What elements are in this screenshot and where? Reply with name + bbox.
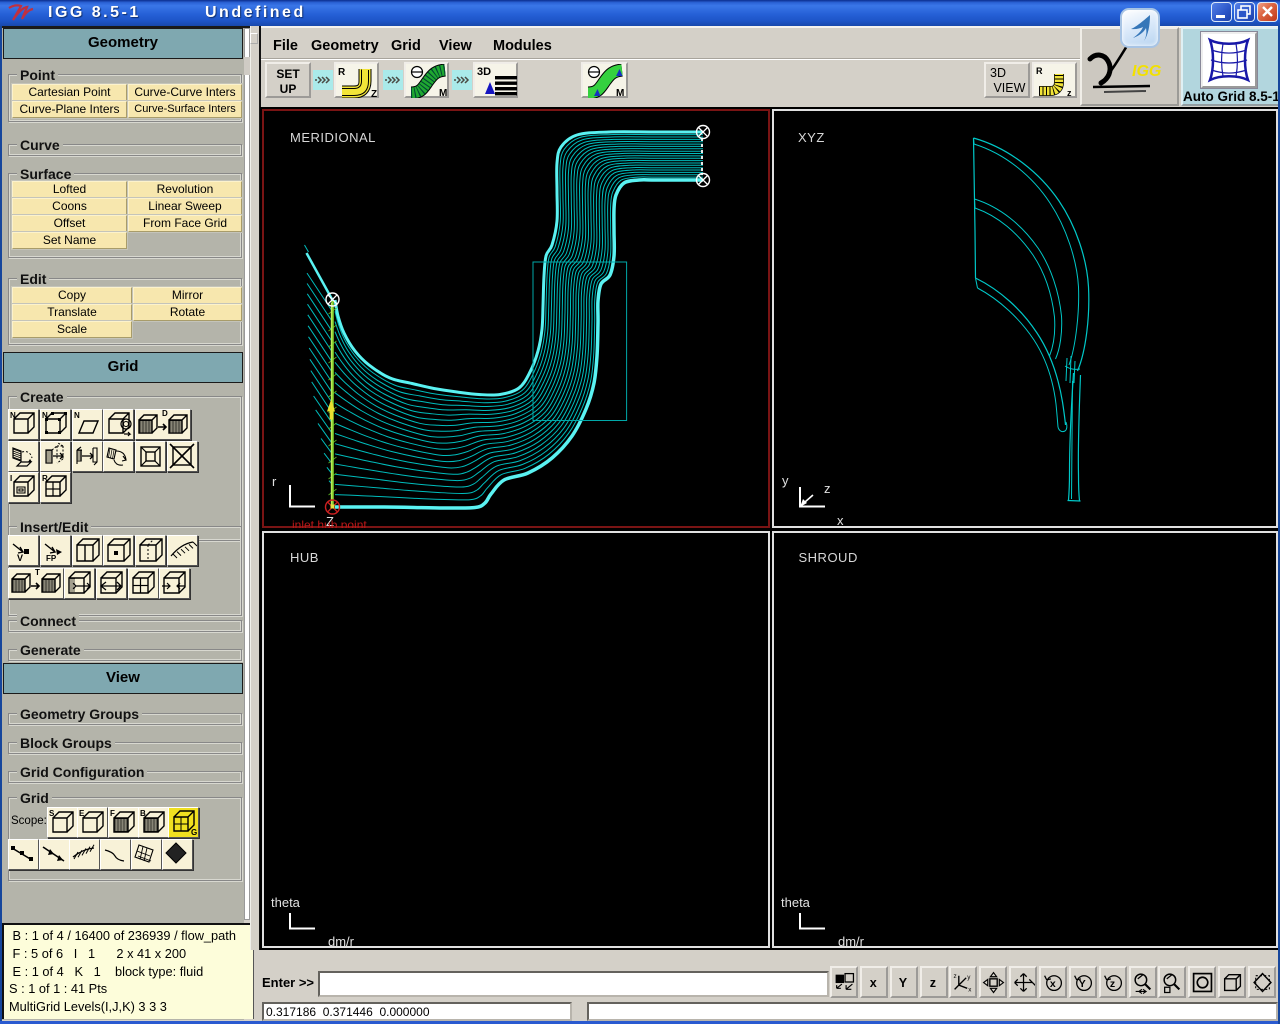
svg-text:r: r xyxy=(272,474,277,489)
svg-text:R: R xyxy=(42,474,48,483)
svg-text:z: z xyxy=(1067,88,1072,98)
svg-text:x: x xyxy=(969,986,973,993)
svg-text:M: M xyxy=(439,88,447,98)
svg-text:y: y xyxy=(782,473,789,488)
svg-text:z: z xyxy=(1110,978,1115,990)
svg-text:N: N xyxy=(74,411,80,420)
svg-text:Y: Y xyxy=(898,976,907,990)
svg-text:D: D xyxy=(162,410,168,418)
svg-text:3D: 3D xyxy=(477,66,491,78)
svg-text:V: V xyxy=(17,553,23,563)
svg-text:theta: theta xyxy=(271,895,301,910)
svg-text:E: E xyxy=(79,809,85,818)
svg-text:z: z xyxy=(929,976,935,990)
svg-text:F: F xyxy=(110,809,115,818)
svg-text:y: y xyxy=(968,974,972,981)
svg-text:FP: FP xyxy=(46,554,57,563)
svg-text:z: z xyxy=(824,481,831,496)
svg-text:S: S xyxy=(49,809,55,818)
svg-text:N: N xyxy=(10,411,16,420)
svg-text:z: z xyxy=(954,973,957,980)
svg-text:M: M xyxy=(616,88,624,98)
svg-text:x: x xyxy=(870,976,877,990)
svg-text:Z: Z xyxy=(371,89,377,98)
svg-text:G: G xyxy=(191,828,197,837)
svg-text:theta: theta xyxy=(781,895,811,910)
svg-text:MERIDIONAL: MERIDIONAL xyxy=(290,130,376,145)
svg-text:I: I xyxy=(10,474,12,483)
svg-text:inlet hub point: inlet hub point xyxy=(292,518,367,528)
svg-text:XYZ: XYZ xyxy=(798,130,825,145)
svg-text:Y: Y xyxy=(1079,978,1086,990)
svg-text:R: R xyxy=(1036,66,1043,76)
svg-text:B: B xyxy=(140,809,146,818)
svg-text:R: R xyxy=(338,67,346,78)
svg-text:T: T xyxy=(35,569,40,577)
svg-text:dm/r: dm/r xyxy=(328,934,355,949)
svg-text:IGG: IGG xyxy=(1132,63,1161,80)
svg-text:x: x xyxy=(1050,978,1056,990)
svg-text:x: x xyxy=(837,513,844,528)
svg-text:dm/r: dm/r xyxy=(838,934,865,949)
